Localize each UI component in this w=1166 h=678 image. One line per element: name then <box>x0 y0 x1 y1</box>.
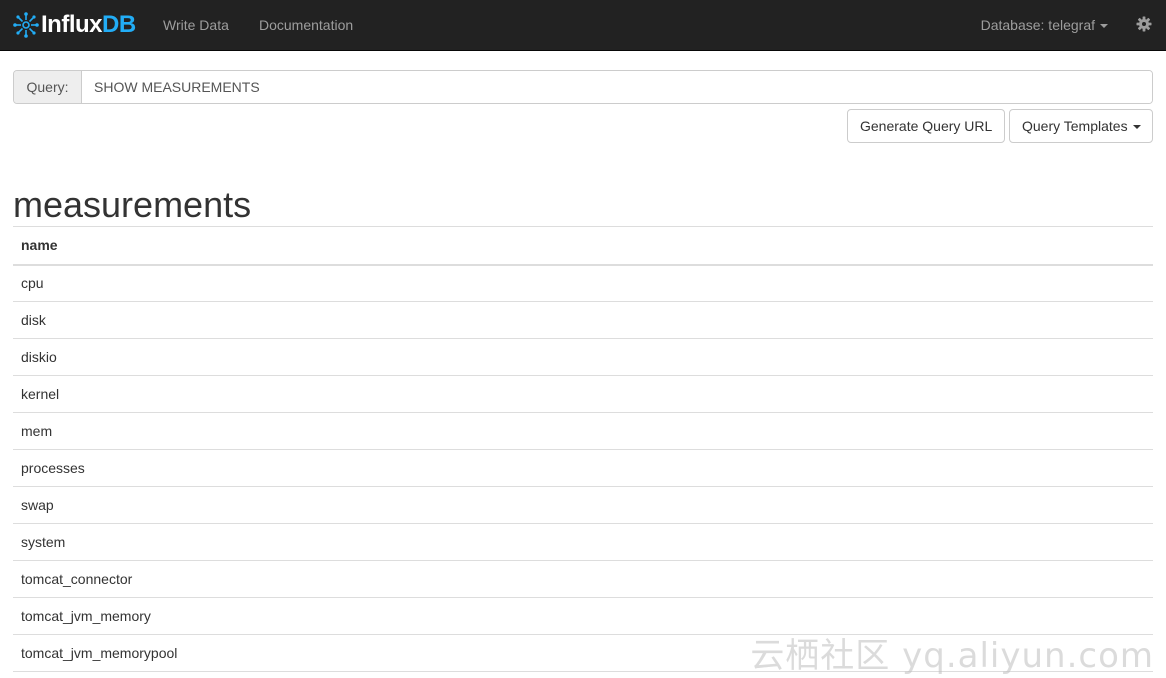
measurement-name-cell: cpu <box>13 264 1153 302</box>
measurement-name-cell: swap <box>13 486 1153 524</box>
table-row: cpu <box>13 264 1153 302</box>
top-navbar: InfluxDB Write Data Documentation Databa… <box>0 0 1166 51</box>
database-label: Database: telegraf <box>980 17 1095 33</box>
measurement-name-cell: system <box>13 523 1153 561</box>
table-row: swap <box>13 486 1153 524</box>
measurement-name-cell: tomcat_jvm_memory <box>13 597 1153 635</box>
table-row: system <box>13 523 1153 561</box>
table-row: mem <box>13 412 1153 450</box>
table-row: disk <box>13 301 1153 339</box>
brand-logo[interactable]: InfluxDB <box>13 9 136 41</box>
brand-name-db: DB <box>102 11 136 38</box>
measurement-name-cell: disk <box>13 301 1153 339</box>
results-table: name cpu disk diskio kernel mem processes swap… <box>13 226 1153 672</box>
column-header-name: name <box>13 226 1153 266</box>
table-body: cpu disk diskio kernel mem processes swap syste… <box>13 264 1153 672</box>
measurement-name-cell: kernel <box>13 375 1153 413</box>
nav-documentation[interactable]: Documentation <box>259 16 353 34</box>
query-templates-button[interactable]: Query Templates <box>1009 109 1153 143</box>
measurement-name-cell: tomcat_connector <box>13 560 1153 598</box>
generate-query-url-button[interactable]: Generate Query URL <box>847 109 1005 143</box>
brand-name-influx: Influx <box>41 11 103 38</box>
gear-icon[interactable] <box>1136 16 1152 32</box>
database-dropdown[interactable]: Database: telegraf <box>981 16 1108 34</box>
table-row: diskio <box>13 338 1153 376</box>
brand-name: InfluxDB <box>41 11 136 39</box>
table-row: kernel <box>13 375 1153 413</box>
measurement-name-cell: mem <box>13 412 1153 450</box>
table-row: processes <box>13 449 1153 487</box>
table-row: tomcat_jvm_memory <box>13 597 1153 635</box>
measurement-name-cell: processes <box>13 449 1153 487</box>
caret-down-icon <box>1100 24 1108 29</box>
query-label: Query: <box>14 71 82 103</box>
nav-write-data[interactable]: Write Data <box>163 16 229 34</box>
measurement-name-cell: tomcat_jvm_memorypool <box>13 634 1153 672</box>
table-row: tomcat_connector <box>13 560 1153 598</box>
query-input-group: Query: <box>13 70 1153 104</box>
result-series-title: measurements <box>13 184 252 225</box>
table-row: tomcat_jvm_memorypool <box>13 634 1153 672</box>
query-templates-label: Query Templates <box>1022 118 1128 134</box>
query-input[interactable] <box>82 71 1152 103</box>
caret-down-icon <box>1132 125 1141 130</box>
measurement-name-cell: diskio <box>13 338 1153 376</box>
table-header-row: name <box>13 226 1153 266</box>
influxdb-logo-icon <box>13 12 39 38</box>
